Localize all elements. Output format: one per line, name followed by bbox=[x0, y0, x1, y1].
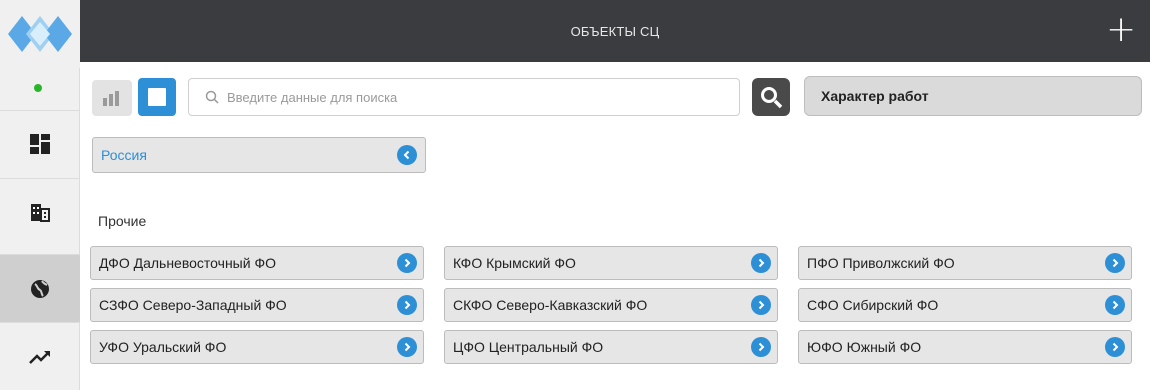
sidebar bbox=[0, 0, 80, 390]
search-icon bbox=[761, 87, 783, 109]
chevron-left-icon bbox=[397, 145, 417, 165]
chevron-right-icon bbox=[751, 337, 771, 357]
chevron-right-icon bbox=[1105, 253, 1125, 273]
logo-icon bbox=[8, 16, 72, 52]
chevron-right-icon bbox=[397, 295, 417, 315]
district-label: ЦФО Центральный ФО bbox=[453, 339, 604, 355]
search-box bbox=[188, 78, 740, 116]
search-icon bbox=[205, 90, 219, 104]
district-label: ПФО Приволжский ФО bbox=[807, 255, 955, 271]
district-label: УФО Уральский ФО bbox=[99, 339, 227, 355]
header-bar: ОБЪЕКТЫ СЦ + bbox=[80, 0, 1150, 62]
country-selector[interactable]: Россия bbox=[92, 137, 426, 173]
chevron-right-icon bbox=[751, 295, 771, 315]
trend-chart-icon bbox=[29, 350, 50, 364]
status-online-dot bbox=[34, 84, 42, 92]
district-item[interactable]: СФО Сибирский ФО bbox=[798, 288, 1132, 322]
dashboard-icon bbox=[30, 133, 50, 154]
district-label: СФО Сибирский ФО bbox=[807, 297, 939, 313]
sidebar-item-dashboard[interactable] bbox=[0, 110, 80, 176]
district-item[interactable]: ПФО Приволжский ФО bbox=[798, 246, 1132, 280]
chevron-right-icon bbox=[1105, 337, 1125, 357]
district-label: СЗФО Северо-Западный ФО bbox=[99, 297, 287, 313]
district-label: КФО Крымский ФО bbox=[453, 255, 576, 271]
district-item[interactable]: ЮФО Южный ФО bbox=[798, 330, 1132, 364]
district-item[interactable]: ДФО Дальневосточный ФО bbox=[90, 246, 424, 280]
district-item[interactable]: КФО Крымский ФО bbox=[444, 246, 778, 280]
chevron-right-icon bbox=[751, 253, 771, 273]
sidebar-item-buildings[interactable] bbox=[0, 178, 80, 244]
district-item[interactable]: ЦФО Центральный ФО bbox=[444, 330, 778, 364]
sidebar-item-analytics[interactable] bbox=[0, 322, 80, 390]
bar-chart-icon bbox=[103, 91, 119, 106]
list-view-button[interactable] bbox=[138, 78, 176, 116]
chevron-right-icon bbox=[397, 253, 417, 273]
add-object-button[interactable]: + bbox=[1106, 12, 1136, 48]
search-input[interactable] bbox=[227, 89, 739, 105]
district-label: ДФО Дальневосточный ФО bbox=[99, 255, 276, 271]
chart-view-button[interactable] bbox=[92, 80, 132, 116]
section-title: Прочие bbox=[98, 213, 147, 229]
app-logo bbox=[0, 0, 80, 68]
work-type-button[interactable]: Характер работ bbox=[804, 76, 1142, 116]
district-label: ЮФО Южный ФО bbox=[807, 339, 922, 355]
district-item[interactable]: УФО Уральский ФО bbox=[90, 330, 424, 364]
chevron-right-icon bbox=[1105, 295, 1125, 315]
district-item[interactable]: СЗФО Северо-Западный ФО bbox=[90, 288, 424, 322]
country-label: Россия bbox=[101, 147, 147, 163]
building-icon bbox=[31, 203, 50, 222]
chevron-right-icon bbox=[397, 337, 417, 357]
search-button[interactable] bbox=[752, 78, 790, 116]
sidebar-item-regions[interactable] bbox=[0, 254, 80, 322]
globe-icon bbox=[31, 279, 49, 298]
district-label: СКФО Северо-Кавказский ФО bbox=[453, 297, 648, 313]
square-icon bbox=[148, 88, 166, 106]
district-item[interactable]: СКФО Северо-Кавказский ФО bbox=[444, 288, 778, 322]
page-title: ОБЪЕКТЫ СЦ bbox=[570, 24, 660, 39]
